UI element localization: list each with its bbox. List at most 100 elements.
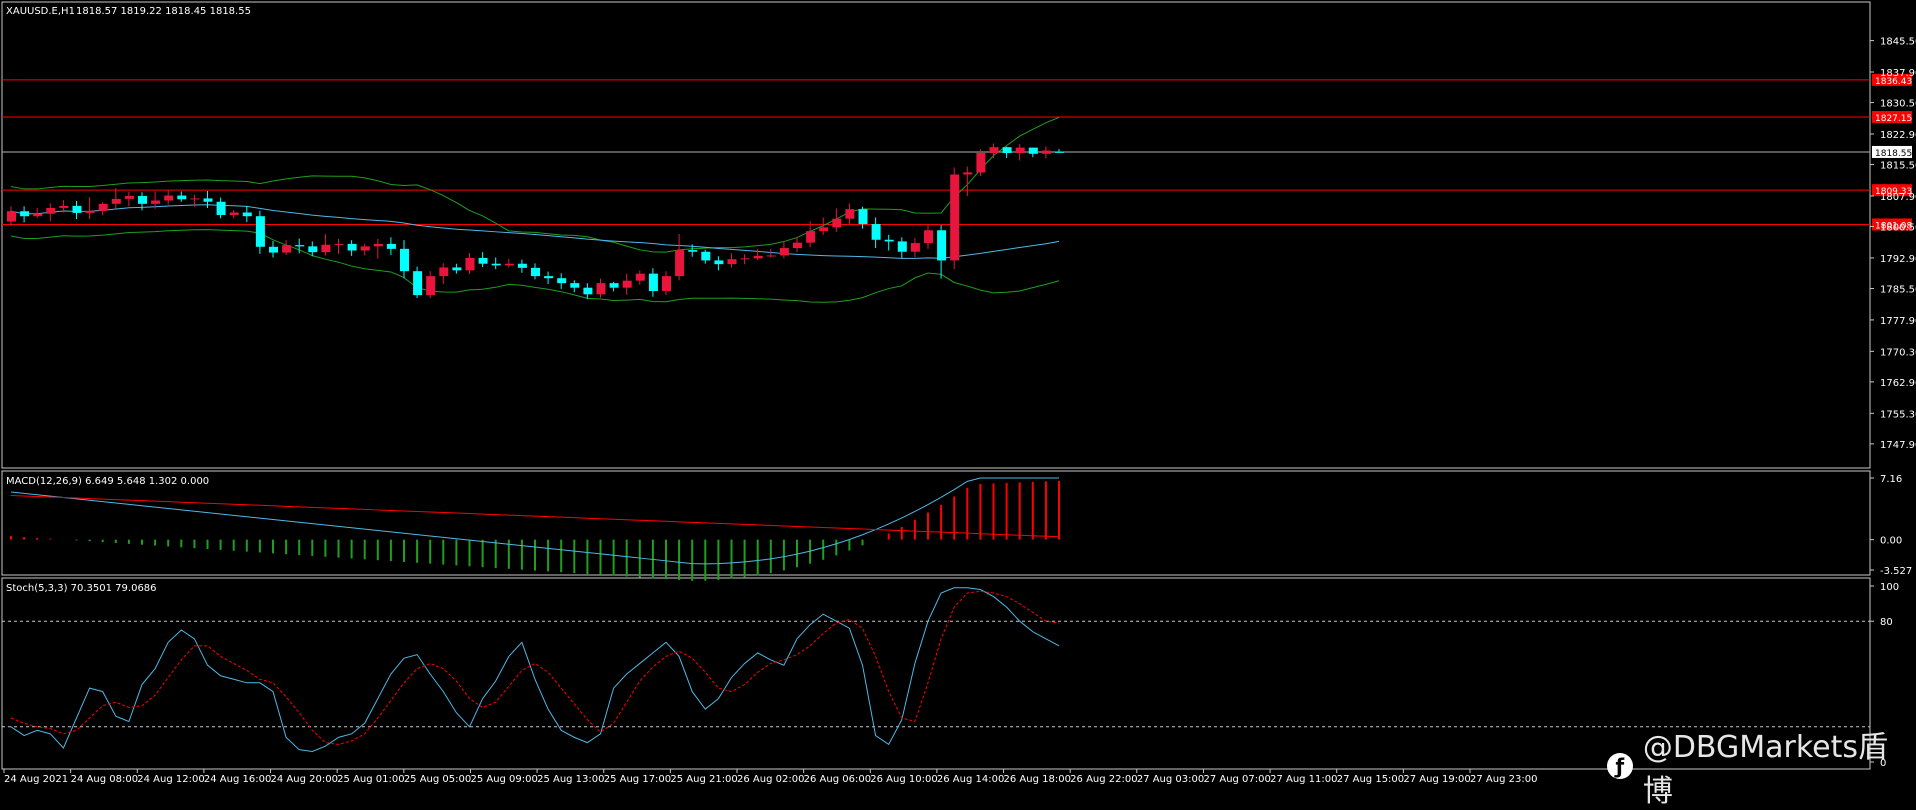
candle-body	[871, 224, 881, 240]
candle-body	[282, 245, 292, 253]
candle-body	[806, 231, 816, 243]
time-tick-label: 24 Aug 20:00	[271, 774, 338, 785]
candle-body	[884, 239, 894, 242]
candle-body	[33, 213, 43, 217]
time-tick-label: 27 Aug 07:00	[1203, 774, 1270, 785]
candle-body	[360, 246, 370, 251]
price-tick-label: 1755.30	[1880, 409, 1916, 420]
candle-body	[85, 210, 95, 213]
candle-body	[662, 276, 671, 291]
price-tick-label: 1822.90	[1880, 130, 1916, 141]
candle-body	[177, 195, 187, 200]
time-tick-label: 25 Aug 21:00	[670, 774, 737, 785]
candle-body	[269, 246, 278, 253]
candle-body	[609, 283, 619, 288]
candle-body	[373, 243, 383, 247]
candle-body	[98, 203, 108, 211]
candle-body	[386, 243, 396, 249]
candle-body	[452, 267, 462, 271]
time-tick-label: 26 Aug 18:00	[1004, 774, 1071, 785]
candle-body	[413, 271, 423, 296]
candle-body	[1041, 150, 1051, 154]
candle-body	[255, 216, 265, 247]
candle-body	[596, 283, 606, 295]
watermark: ƒ @DBGMarkets盾博	[1607, 722, 1916, 810]
time-tick-label: 24 Aug 08:00	[71, 774, 138, 785]
macd-tick-label: 0.00	[1880, 536, 1902, 547]
candle-body	[439, 267, 449, 277]
candle-body	[1002, 147, 1012, 153]
candle-body	[491, 263, 501, 266]
candle-body	[766, 255, 776, 257]
candle-body	[321, 244, 331, 253]
chart-header-ohlc: 1818.57 1819.22 1818.45 1818.55	[76, 6, 251, 17]
candle-body	[924, 230, 933, 244]
candle-body	[727, 259, 737, 265]
candle-body	[989, 147, 999, 153]
dbg-logo-icon: ƒ	[1607, 753, 1633, 779]
candle-body	[334, 243, 344, 245]
stoch-header: Stoch(5,3,3) 70.3501 79.0686	[6, 583, 157, 594]
price-tick-label: 1777.90	[1880, 316, 1916, 327]
candle-body	[1028, 147, 1038, 154]
price-tick-label: 1747.90	[1880, 440, 1916, 451]
time-tick-label: 26 Aug 14:00	[937, 774, 1004, 785]
chart-canvas[interactable]: 1836.431827.151809.331801.081818.55 1845…	[0, 0, 1916, 789]
watermark-text: @DBGMarkets盾博	[1642, 730, 1888, 809]
macd-header: MACD(12,26,9) 6.649 5.648 1.302 0.000	[6, 476, 209, 487]
candle-body	[295, 245, 305, 247]
candle-body	[570, 283, 580, 288]
mt4-chart-window[interactable]: 1836.43 1827.15 1809.33 1801.08 1818.55 1845…	[0, 0, 1916, 809]
time-tick-label: 25 Aug 17:00	[604, 774, 671, 785]
time-tick-label: 25 Aug 05:00	[404, 774, 471, 785]
candle-body	[897, 241, 907, 252]
time-tick-label: 26 Aug 10:00	[870, 774, 937, 785]
candle-body	[950, 174, 960, 261]
stoch-tick-label: 100	[1880, 582, 1899, 593]
time-tick-label: 26 Aug 06:00	[804, 774, 871, 785]
time-tick-label: 25 Aug 13:00	[537, 774, 604, 785]
price-tick-label: 1807.90	[1880, 192, 1916, 203]
candle-body	[976, 152, 986, 173]
time-tick-label: 25 Aug 09:00	[470, 774, 537, 785]
candle-body	[151, 200, 161, 204]
candle-body	[557, 278, 567, 284]
candle-body	[714, 260, 724, 265]
candle-body	[59, 205, 69, 208]
candle-body	[963, 172, 973, 175]
candle-body	[531, 267, 540, 277]
candle-body	[229, 212, 239, 215]
price-tick-label: 1800.50	[1880, 223, 1916, 234]
candle-body	[635, 273, 645, 281]
price-tick-label: 1762.90	[1880, 378, 1916, 389]
time-tick-label: 24 Aug 12:00	[137, 774, 204, 785]
candle-body	[190, 198, 200, 200]
candle-body	[793, 242, 802, 249]
candle-body	[779, 248, 789, 256]
candle-body	[7, 211, 16, 222]
price-tick-label: 1792.90	[1880, 254, 1916, 265]
time-tick-label: 26 Aug 02:00	[737, 774, 804, 785]
price-tick-label: 1785.50	[1880, 285, 1916, 296]
candle-body	[426, 276, 436, 296]
candle-body	[937, 230, 947, 261]
candle-body	[308, 246, 318, 253]
time-tick-label: 24 Aug 2021	[4, 774, 68, 785]
price-tick-label: 1770.30	[1880, 347, 1916, 358]
candle-body	[465, 257, 475, 271]
candle-body	[400, 248, 409, 272]
candle-body	[740, 258, 750, 260]
candle-body	[753, 255, 763, 259]
candle-body	[819, 227, 829, 232]
candle-body	[138, 195, 147, 204]
candle-body	[832, 218, 842, 228]
candle-body	[517, 263, 527, 268]
time-tick-label: 27 Aug 19:00	[1403, 774, 1470, 785]
candle-body	[688, 250, 698, 252]
time-tick-label: 25 Aug 01:00	[337, 774, 404, 785]
candle-body	[164, 195, 174, 201]
candle-body	[675, 250, 685, 277]
candle-body	[20, 211, 30, 217]
chart-header-symbol: XAUUSD.E,H1	[6, 6, 75, 17]
candle-body	[216, 201, 226, 215]
